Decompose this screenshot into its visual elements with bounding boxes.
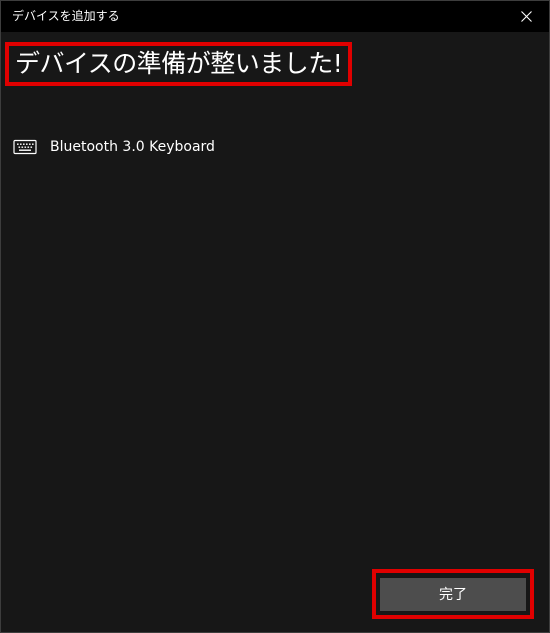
device-name: Bluetooth 3.0 Keyboard	[50, 139, 215, 155]
keyboard-icon	[13, 139, 37, 155]
dialog-content: デバイスの準備が整いました! Bluetooth 3.0 Keyboard 完了	[1, 32, 549, 632]
close-button[interactable]	[503, 1, 549, 32]
page-title: デバイスの準備が整いました!	[15, 49, 343, 78]
device-list-item[interactable]: Bluetooth 3.0 Keyboard	[13, 136, 215, 158]
heading-highlight: デバイスの準備が整いました!	[5, 42, 353, 86]
window-title: デバイスを追加する	[12, 9, 120, 23]
title-bar: デバイスを追加する	[1, 1, 549, 32]
done-button[interactable]: 完了	[380, 577, 526, 611]
close-icon	[520, 11, 532, 22]
add-device-window: デバイスを追加する デバイスの準備が整いました! Bluetooth 3.0 K…	[0, 0, 550, 633]
done-button-highlight: 完了	[372, 569, 534, 619]
